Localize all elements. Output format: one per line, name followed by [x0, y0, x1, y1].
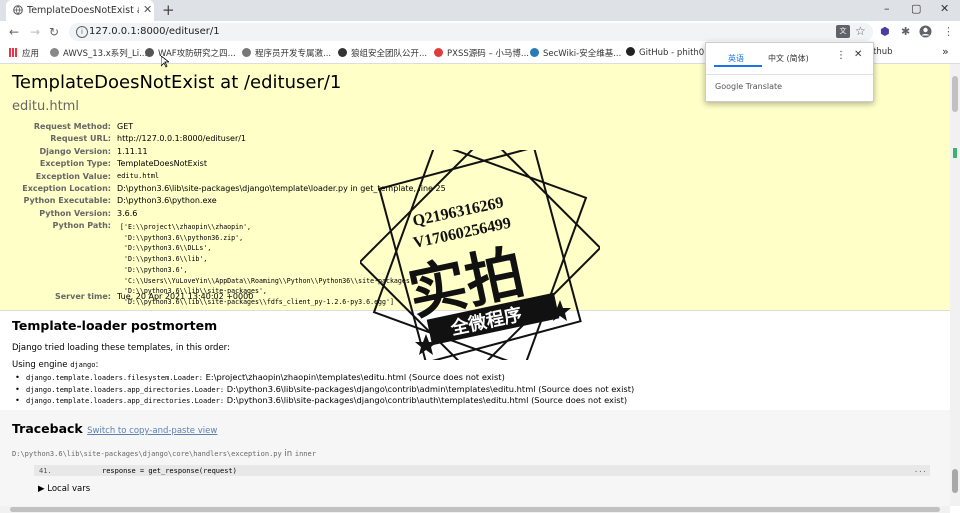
- bookmark-item[interactable]: SecWiki-安全维基...: [530, 47, 621, 59]
- switch-view-link[interactable]: Switch to copy-and-paste view: [87, 426, 217, 436]
- bookmark-favicon-icon: [434, 48, 443, 57]
- window-close-button[interactable]: ✕: [940, 2, 949, 15]
- postmortem-intro: Django tried loading these templates, in…: [12, 343, 230, 353]
- engine-line: Using engine django:: [12, 360, 99, 370]
- translate-lang-chinese[interactable]: 中文 (简体): [768, 53, 809, 64]
- back-arrow-icon[interactable]: ←: [9, 25, 19, 39]
- popup-divider: [706, 74, 873, 75]
- bookmark-item[interactable]: PXSS源码 – 小马博...: [434, 47, 529, 59]
- meta-value: TemplateDoesNotExist: [117, 159, 207, 169]
- bookmark-item[interactable]: AWVS_13.x系列_Li...: [50, 47, 147, 59]
- translate-popup: 英语 中文 (简体) ⋮ ✕ Google Translate: [705, 42, 874, 102]
- page-title: TemplateDoesNotExist at /edituser/1: [12, 72, 342, 93]
- google-translate-brand: Google Translate: [715, 82, 783, 91]
- code-ellipsis[interactable]: ...: [914, 466, 927, 474]
- exception-subtitle: editu.html: [12, 99, 79, 114]
- meta-value: 3.6.6: [117, 208, 138, 218]
- meta-key: Exception Value:: [35, 171, 111, 181]
- bookmark-item[interactable]: 狼组安全团队公开...: [338, 47, 427, 59]
- traceback-file: D:\python3.6\lib\site-packages\django\co…: [12, 449, 316, 459]
- meta-value: editu.html: [117, 171, 160, 180]
- vertical-scroll-thumb[interactable]: [952, 76, 958, 112]
- postmortem-heading: Template-loader postmortem: [12, 318, 218, 333]
- vertical-scroll-thumb-lower[interactable]: [952, 469, 958, 493]
- translate-close-icon[interactable]: ✕: [854, 49, 862, 60]
- new-tab-button[interactable]: +: [162, 1, 175, 19]
- mouse-cursor-icon: [161, 56, 169, 68]
- apps-grid-icon: [9, 48, 18, 57]
- profile-avatar-icon[interactable]: [919, 25, 932, 38]
- scroll-marker: [953, 148, 957, 158]
- meta-value: GET: [117, 122, 134, 131]
- list-item: django.template.loaders.app_directories.…: [15, 384, 634, 394]
- code-frame[interactable]: 41. response = get_response(request) ...: [34, 465, 930, 476]
- meta-key: Request URL:: [50, 134, 111, 144]
- meta-key: Python Path:: [52, 221, 112, 231]
- list-item: django.template.loaders.app_directories.…: [15, 395, 627, 405]
- browser-tab[interactable]: TemplateDoesNotExist at /edituser/1 ✕: [6, 0, 154, 21]
- browser-menu-icon[interactable]: ⋮: [943, 25, 954, 38]
- bookmark-item[interactable]: WAF攻防研究之四...: [145, 47, 236, 59]
- translate-lang-english[interactable]: 英语: [728, 53, 744, 64]
- bookmark-apps[interactable]: 应用: [9, 47, 39, 59]
- extension-hexagon-icon[interactable]: ⬢: [880, 25, 890, 38]
- tab-close-icon[interactable]: ✕: [143, 3, 152, 16]
- site-info-icon[interactable]: i: [76, 26, 88, 38]
- bookmark-favicon-icon: [242, 48, 251, 57]
- bookmark-item[interactable]: 程序员开发专属激...: [242, 47, 331, 59]
- meta-key: Exception Location:: [22, 184, 111, 193]
- url-text[interactable]: 127.0.0.1:8000/edituser/1: [89, 26, 220, 37]
- meta-value: 1.11.11: [117, 146, 148, 156]
- line-number: 41.: [39, 467, 52, 475]
- bookmark-star-icon[interactable]: ☆: [855, 24, 866, 38]
- translate-more-icon[interactable]: ⋮: [836, 50, 846, 61]
- address-bar[interactable]: i 127.0.0.1:8000/edituser/1 文 ☆: [69, 23, 873, 41]
- active-lang-underline: [714, 65, 762, 67]
- maximize-button[interactable]: ▢: [911, 2, 921, 15]
- forward-arrow-icon[interactable]: →: [30, 25, 40, 39]
- extensions-puzzle-icon[interactable]: ✱: [901, 25, 910, 38]
- minimize-button[interactable]: –: [884, 2, 890, 15]
- horizontal-scroll-thumb[interactable]: [10, 507, 940, 512]
- bookmark-favicon-icon: [338, 48, 347, 57]
- reload-icon[interactable]: ↻: [49, 25, 59, 39]
- meta-value: D:\python3.6\python.exe: [117, 196, 217, 206]
- meta-key: Python Version:: [39, 208, 111, 218]
- traceback-section: Traceback Switch to copy-and-paste view …: [0, 410, 950, 506]
- list-item: django.template.loaders.filesystem.Loade…: [15, 372, 505, 382]
- browser-toolbar: ← → ↻ i 127.0.0.1:8000/edituser/1 文 ☆: [0, 21, 960, 43]
- code-line: response = get_response(request): [102, 467, 237, 475]
- bookmark-overflow-text[interactable]: thub: [873, 47, 893, 57]
- globe-icon: [13, 5, 23, 15]
- tab-title: TemplateDoesNotExist at /edituser/1: [27, 5, 139, 16]
- local-vars-toggle[interactable]: ▶ Local vars: [38, 484, 90, 494]
- meta-key: Django Version:: [39, 146, 111, 156]
- meta-key: Python Executable:: [23, 196, 111, 206]
- meta-value: http://127.0.0.1:8000/edituser/1: [117, 134, 247, 144]
- meta-key: Request Method:: [33, 122, 111, 131]
- traceback-heading: Traceback Switch to copy-and-paste view: [12, 421, 218, 436]
- github-icon: [626, 47, 635, 56]
- translate-icon[interactable]: 文: [836, 25, 850, 38]
- horizontal-scrollbar[interactable]: [0, 506, 950, 513]
- tab-strip: TemplateDoesNotExist at /edituser/1 ✕ + …: [0, 0, 960, 21]
- meta-key: Exception Type:: [39, 159, 111, 169]
- bookmark-favicon-icon: [530, 48, 539, 57]
- bookmarks-more-button[interactable]: »: [942, 45, 949, 58]
- bookmark-favicon-icon: [145, 48, 154, 57]
- bookmark-item[interactable]: GitHub - phith0n/: [626, 47, 712, 58]
- bookmark-favicon-icon: [50, 48, 59, 57]
- vertical-scrollbar[interactable]: [950, 64, 960, 506]
- watermark-stamp: Q2196316269 V17060256499 实拍 全微程序: [360, 150, 600, 360]
- meta-key: Server time:: [54, 292, 111, 301]
